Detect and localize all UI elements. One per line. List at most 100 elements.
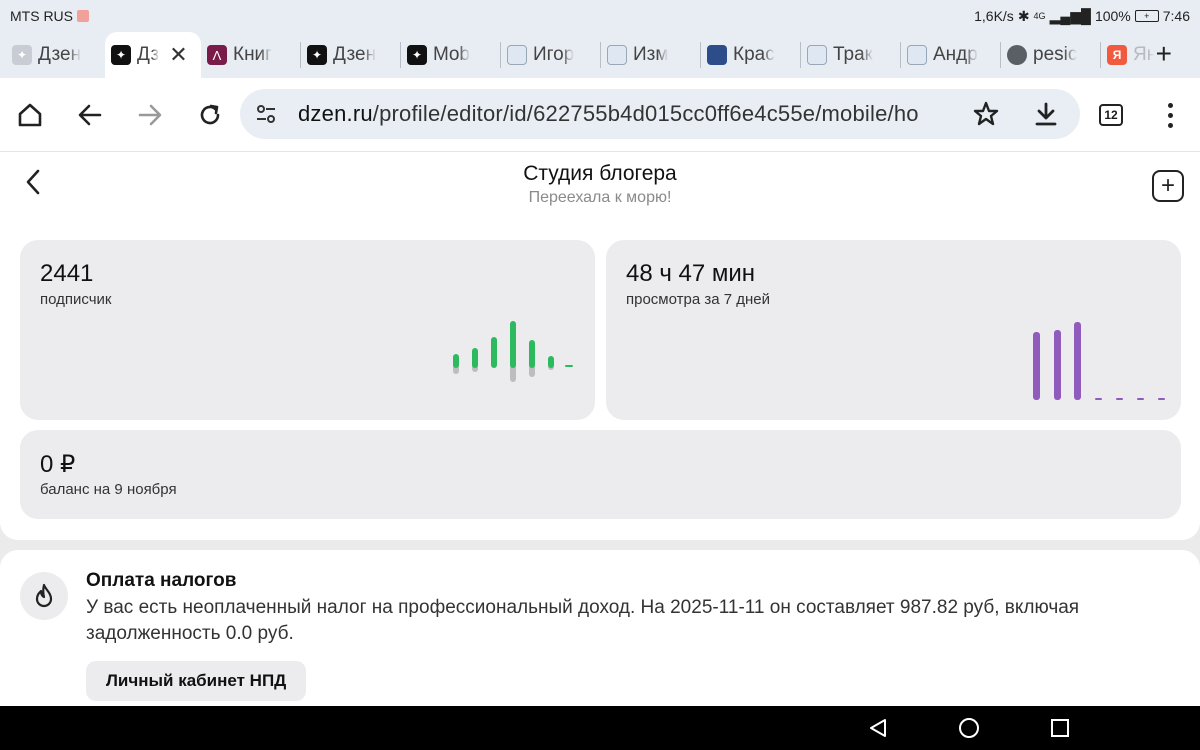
- close-tab-icon[interactable]: ✕: [169, 42, 187, 68]
- status-bar: MTS RUS 1,6K/s ✱ 4G ▂▄▆█ 100% + 7:46: [0, 0, 1200, 32]
- tab-label: Ян: [1133, 44, 1155, 65]
- system-home-button[interactable]: [955, 714, 983, 742]
- subscribers-card[interactable]: 2441 подписчик: [20, 240, 595, 420]
- circle-home-icon: [959, 718, 979, 738]
- clock: 7:46: [1162, 8, 1190, 24]
- triangle-back-icon: [870, 719, 886, 737]
- arrow-right-icon: [138, 104, 162, 126]
- plus-icon: +: [1160, 172, 1175, 199]
- crest-icon: [707, 45, 727, 65]
- browser-tab[interactable]: Трак: [801, 35, 900, 75]
- url-host: dzen.ru: [298, 101, 373, 126]
- browser-tab-active[interactable]: ✦ Дз ✕: [105, 32, 201, 78]
- home-button[interactable]: [0, 85, 60, 145]
- reload-icon: [200, 104, 220, 125]
- flame-icon: [35, 583, 53, 608]
- ship-icon: [507, 45, 527, 65]
- browser-tab[interactable]: Крас: [701, 35, 800, 75]
- browser-menu-button[interactable]: [1160, 100, 1180, 130]
- new-tab-button[interactable]: +: [1156, 38, 1172, 70]
- views-bar: [1054, 330, 1061, 400]
- views-bar: [1116, 398, 1123, 400]
- address-bar[interactable]: dzen.ru/profile/editor/id/622755b4d015cc…: [240, 89, 1080, 139]
- bar-group: [453, 321, 573, 382]
- balance-amount: 0 ₽: [40, 451, 76, 478]
- tab-switcher-button[interactable]: 12: [1099, 104, 1123, 126]
- system-recents-button[interactable]: [1046, 714, 1074, 742]
- browser-tab[interactable]: Игор: [501, 35, 600, 75]
- browser-toolbar: dzen.ru/profile/editor/id/622755b4d015cc…: [0, 78, 1200, 152]
- trend-bar: [453, 354, 459, 368]
- tab-label: Mob: [433, 44, 470, 65]
- views-label: просмотра за 7 дней: [626, 291, 771, 308]
- views-bar: [1033, 332, 1040, 400]
- dzen-icon: ✦: [111, 45, 131, 65]
- trend-bar: [565, 365, 573, 367]
- network-speed: 1,6K/s: [974, 8, 1014, 24]
- balance-label: баланс на 9 ноября: [40, 481, 177, 498]
- views-bar: [1074, 322, 1081, 400]
- dzen-icon: ✦: [307, 45, 327, 65]
- network-type: 4G: [1033, 11, 1046, 21]
- browser-tab[interactable]: pesic: [1001, 35, 1100, 75]
- subscribers-trend-chart: [453, 321, 573, 382]
- browser-tab[interactable]: ✦ Дзен: [301, 35, 400, 75]
- page-title: Студия блогера: [523, 162, 677, 185]
- trend-bar: [548, 356, 554, 368]
- browser-tab[interactable]: Изм: [601, 35, 700, 75]
- page-subtitle: Переехала к морю!: [528, 189, 672, 206]
- browser-tab[interactable]: Андр: [901, 35, 1000, 75]
- system-navigation-bar: [0, 706, 1200, 750]
- browser-tab[interactable]: Я Ян: [1101, 35, 1161, 75]
- url-path: /profile/editor/id/622755b4d015cc0ff6e4c…: [372, 101, 919, 126]
- status-bar-right: 1,6K/s ✱ 4G ▂▄▆█ 100% + 7:46: [974, 8, 1190, 25]
- views-trend-chart: [1033, 322, 1165, 400]
- trend-bar: [472, 348, 478, 368]
- tab-label: Дзен: [38, 44, 82, 65]
- tax-description: У вас есть неоплаченный налог на професс…: [86, 597, 1080, 644]
- forward-button[interactable]: [120, 85, 180, 145]
- trend-bar: [491, 337, 497, 368]
- ship-icon: [907, 45, 927, 65]
- views-bar: [1137, 398, 1144, 400]
- tab-label: Дзен: [333, 44, 377, 65]
- views-card[interactable]: 48 ч 47 мин просмотра за 7 дней: [606, 240, 1181, 420]
- back-button[interactable]: [60, 85, 120, 145]
- browser-tab[interactable]: Λ Книг: [201, 35, 300, 75]
- trend-bar: [529, 340, 535, 368]
- studio-header-section: Студия блогера Переехала к морю! + 2441 …: [0, 152, 1200, 540]
- url-text[interactable]: dzen.ru/profile/editor/id/622755b4d015cc…: [298, 101, 958, 127]
- browser-tab[interactable]: ✦ Дзен: [6, 35, 105, 75]
- tab-label: Андр: [933, 44, 978, 65]
- trend-bar: [510, 321, 516, 368]
- tab-label: Крас: [733, 44, 775, 65]
- browser-tab[interactable]: ✦ Mob: [401, 35, 500, 75]
- battery-percent: 100%: [1094, 8, 1131, 24]
- npd-cabinet-button[interactable]: Личный кабинет НПД: [86, 661, 307, 701]
- battery-icon: +: [1134, 10, 1159, 22]
- tab-label: Игор: [533, 44, 575, 65]
- create-button[interactable]: +: [1152, 170, 1184, 202]
- subscribers-label: подписчик: [40, 291, 112, 308]
- download-icon[interactable]: [1032, 100, 1060, 128]
- views-bar: [1158, 398, 1165, 400]
- ship-icon: [607, 45, 627, 65]
- tab-label: Дз: [137, 44, 160, 65]
- tab-label: Изм: [633, 44, 669, 65]
- status-bar-left: MTS RUS: [10, 8, 89, 24]
- bluetooth-icon: ✱: [1017, 7, 1030, 24]
- reload-button[interactable]: [180, 85, 240, 145]
- globe-icon: [1007, 45, 1027, 65]
- subscribers-count: 2441: [40, 260, 94, 287]
- tab-label: Трак: [833, 44, 873, 65]
- bookmark-star-icon[interactable]: [972, 100, 1000, 128]
- system-back-button[interactable]: [864, 714, 892, 742]
- views-duration: 48 ч 47 мин: [626, 260, 756, 287]
- tab-label: pesic: [1033, 44, 1078, 65]
- site-settings-icon[interactable]: [254, 102, 278, 126]
- balance-card[interactable]: 0 ₽ баланс на 9 ноября: [20, 430, 1181, 519]
- arrow-left-icon: [78, 104, 102, 126]
- views-bar: [1095, 398, 1102, 400]
- notification-icon: [77, 10, 89, 22]
- ship-icon: [807, 45, 827, 65]
